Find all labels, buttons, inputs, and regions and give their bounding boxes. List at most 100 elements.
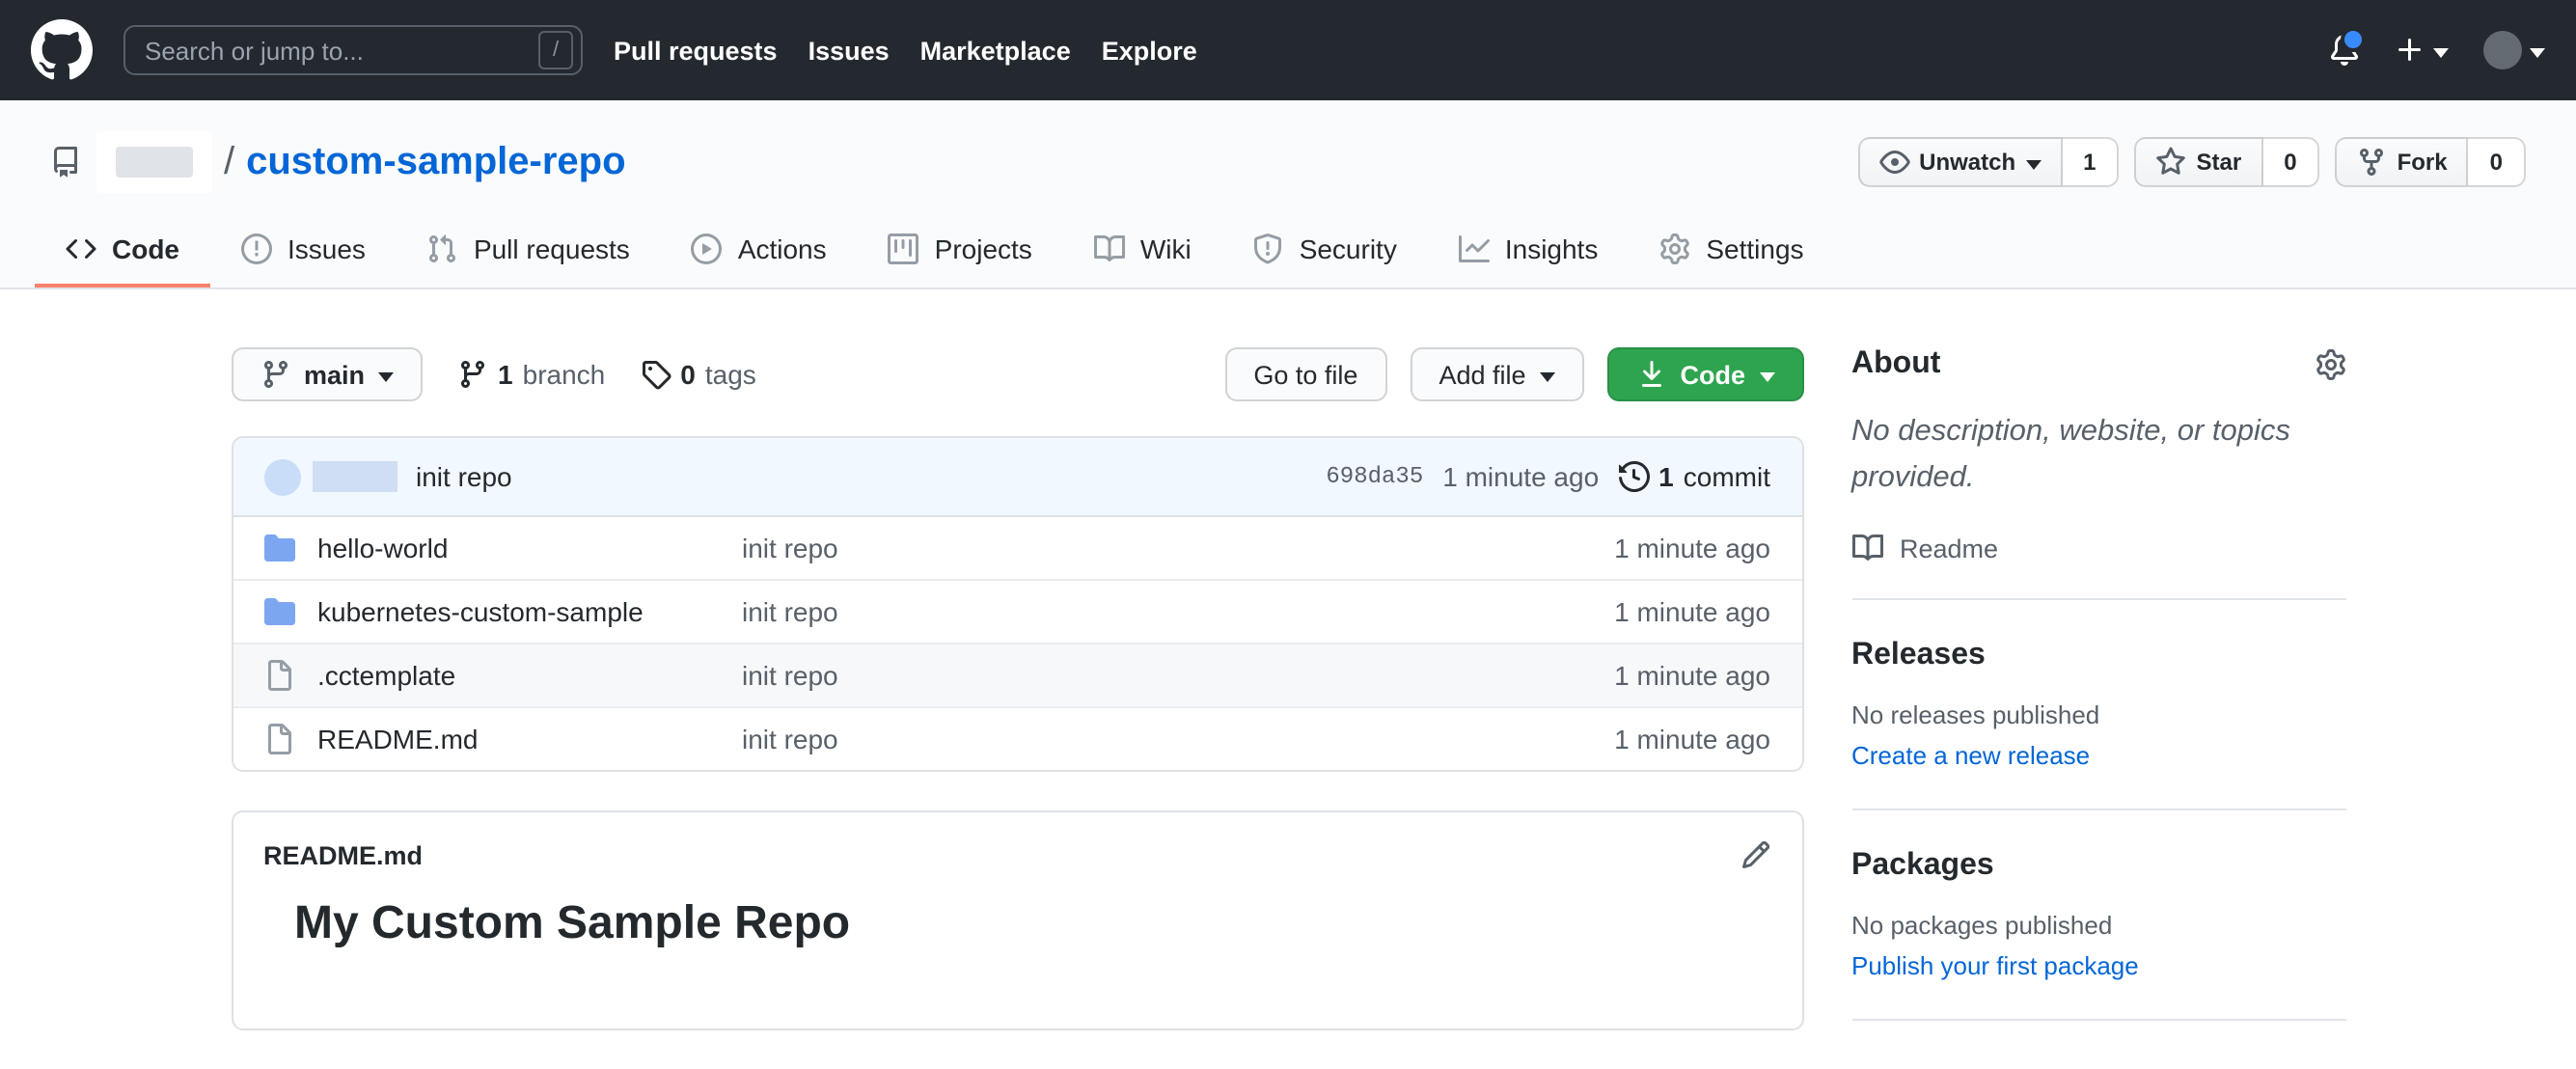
gear-icon[interactable]: [2315, 349, 2345, 380]
code-download-button[interactable]: Code: [1606, 347, 1803, 401]
book-icon: [1851, 533, 1882, 563]
eye-icon: [1878, 147, 1909, 178]
file-commit-message-link[interactable]: init repo: [742, 724, 1591, 754]
file-list: hello-world init repo 1 minute ago kubernet…: [233, 517, 1801, 770]
download-icon: [1636, 359, 1667, 390]
shield-icon: [1253, 233, 1284, 264]
commit-hash-link[interactable]: 698da35: [1326, 463, 1423, 490]
history-icon: [1618, 461, 1650, 492]
caret-down-icon: [378, 371, 395, 381]
create-release-link[interactable]: Create a new release: [1851, 741, 2090, 770]
folder-icon: [263, 533, 294, 563]
caret-down-icon: [2530, 47, 2545, 57]
commit-history-link[interactable]: 1 commit: [1618, 461, 1770, 492]
repo-owner-redacted[interactable]: [96, 131, 212, 193]
unwatch-button[interactable]: Unwatch: [1857, 137, 2063, 187]
breadcrumb-separator: /: [224, 140, 235, 182]
go-to-file-button[interactable]: Go to file: [1224, 347, 1387, 401]
repo-header: / custom-sample-repo Unwatch 1 Star 0 Fo…: [0, 100, 2576, 289]
star-button[interactable]: Star: [2134, 137, 2263, 187]
file-row: .cctemplate init repo 1 minute ago: [233, 643, 1801, 706]
readme-filename: README.md: [263, 840, 424, 869]
file-updated-time: 1 minute ago: [1614, 596, 1770, 627]
tab-label: Projects: [934, 233, 1032, 264]
git-branch-icon: [457, 359, 488, 390]
tab-label: Settings: [1706, 233, 1804, 264]
file-updated-time: 1 minute ago: [1614, 724, 1770, 754]
caret-down-icon: [2433, 47, 2449, 57]
branch-select-button[interactable]: main: [231, 347, 424, 401]
releases-empty-text: No releases published: [1851, 700, 2100, 730]
tab-label: Actions: [737, 233, 827, 264]
user-menu-button[interactable]: [2483, 31, 2545, 69]
tab-settings[interactable]: Settings: [1629, 216, 1834, 288]
file-name-link[interactable]: .cctemplate: [317, 660, 719, 691]
file-commit-message-link[interactable]: init repo: [742, 533, 1591, 563]
tags-link[interactable]: 0 tags: [640, 359, 756, 390]
latest-commit-bar: init repo 698da35 1 minute ago 1 commit: [233, 438, 1801, 517]
global-nav: Pull requests Issues Marketplace Explore: [614, 36, 1197, 65]
about-title: About: [1851, 347, 1941, 380]
play-icon: [691, 233, 723, 264]
watchers-count[interactable]: 1: [2062, 137, 2120, 187]
fork-button[interactable]: Fork: [2335, 137, 2469, 187]
packages-section: Packages No packages published Publish y…: [1851, 810, 2345, 1022]
stars-count[interactable]: 0: [2262, 137, 2320, 187]
github-logo-icon[interactable]: [31, 19, 93, 81]
packages-title: Packages: [1851, 849, 1994, 883]
commit-author-redacted[interactable]: [312, 461, 397, 492]
caret-down-icon: [2025, 159, 2042, 169]
code-icon: [66, 233, 96, 264]
watch-button-group: Unwatch 1: [1857, 137, 2120, 187]
create-new-button[interactable]: [2395, 35, 2449, 66]
publish-package-link[interactable]: Publish your first package: [1851, 951, 2139, 980]
commit-author-avatar[interactable]: [263, 458, 300, 495]
nav-link-marketplace[interactable]: Marketplace: [920, 36, 1071, 65]
avatar: [2483, 31, 2522, 69]
global-header: / Pull requests Issues Marketplace Explore: [0, 0, 2576, 100]
notifications-button[interactable]: [2329, 27, 2366, 66]
tab-wiki[interactable]: Wiki: [1063, 216, 1222, 288]
tab-label: Security: [1299, 233, 1397, 264]
forks-count[interactable]: 0: [2468, 137, 2526, 187]
readme-box: README.md My Custom Sample Repo: [231, 810, 1803, 1030]
caret-down-icon: [1759, 371, 1774, 381]
file-row: kubernetes-custom-sample init repo 1 minut…: [233, 579, 1801, 643]
project-icon: [888, 233, 919, 264]
tab-label: Wiki: [1139, 233, 1192, 264]
releases-section: Releases No releases published Create a …: [1851, 600, 2345, 811]
nav-link-issues[interactable]: Issues: [808, 36, 890, 65]
tab-insights[interactable]: Insights: [1428, 216, 1630, 288]
tab-projects[interactable]: Projects: [858, 216, 1063, 288]
repo-tab-nav: Code Issues Pull requests Actions Projects Wi…: [0, 216, 2576, 289]
file-row: hello-world init repo 1 minute ago: [233, 517, 1801, 579]
tab-security[interactable]: Security: [1222, 216, 1428, 288]
add-file-button[interactable]: Add file: [1410, 347, 1584, 401]
tab-issues[interactable]: Issues: [210, 216, 397, 288]
nav-link-explore[interactable]: Explore: [1102, 36, 1197, 65]
caret-down-icon: [1539, 371, 1555, 381]
files-box: init repo 698da35 1 minute ago 1 commit …: [231, 436, 1803, 772]
tab-actions[interactable]: Actions: [661, 216, 858, 288]
file-name-link[interactable]: README.md: [317, 724, 719, 754]
pencil-icon[interactable]: [1740, 839, 1770, 870]
branches-link[interactable]: 1 branch: [457, 359, 605, 390]
search-input[interactable]: [123, 25, 583, 75]
folder-icon: [263, 596, 294, 627]
file-icon: [263, 724, 294, 754]
tab-pull-requests[interactable]: Pull requests: [397, 216, 661, 288]
readme-link[interactable]: Readme: [1851, 533, 2345, 563]
file-commit-message-link[interactable]: init repo: [742, 660, 1591, 691]
main-container: main 1 branch 0 tags Go to file Add file…: [231, 289, 2345, 1030]
unread-notification-dot: [2341, 27, 2366, 52]
repo-action-buttons: Unwatch 1 Star 0 Fork 0: [1857, 137, 2526, 187]
tab-label: Issues: [288, 233, 366, 264]
commit-message-link[interactable]: init repo: [416, 461, 512, 492]
repo-name-link[interactable]: custom-sample-repo: [246, 140, 625, 184]
readme-content: My Custom Sample Repo: [233, 882, 1801, 1028]
file-name-link[interactable]: kubernetes-custom-sample: [317, 596, 719, 627]
nav-link-pull-requests[interactable]: Pull requests: [614, 36, 778, 65]
tab-code[interactable]: Code: [35, 216, 210, 288]
file-name-link[interactable]: hello-world: [317, 533, 719, 563]
file-commit-message-link[interactable]: init repo: [742, 596, 1591, 627]
